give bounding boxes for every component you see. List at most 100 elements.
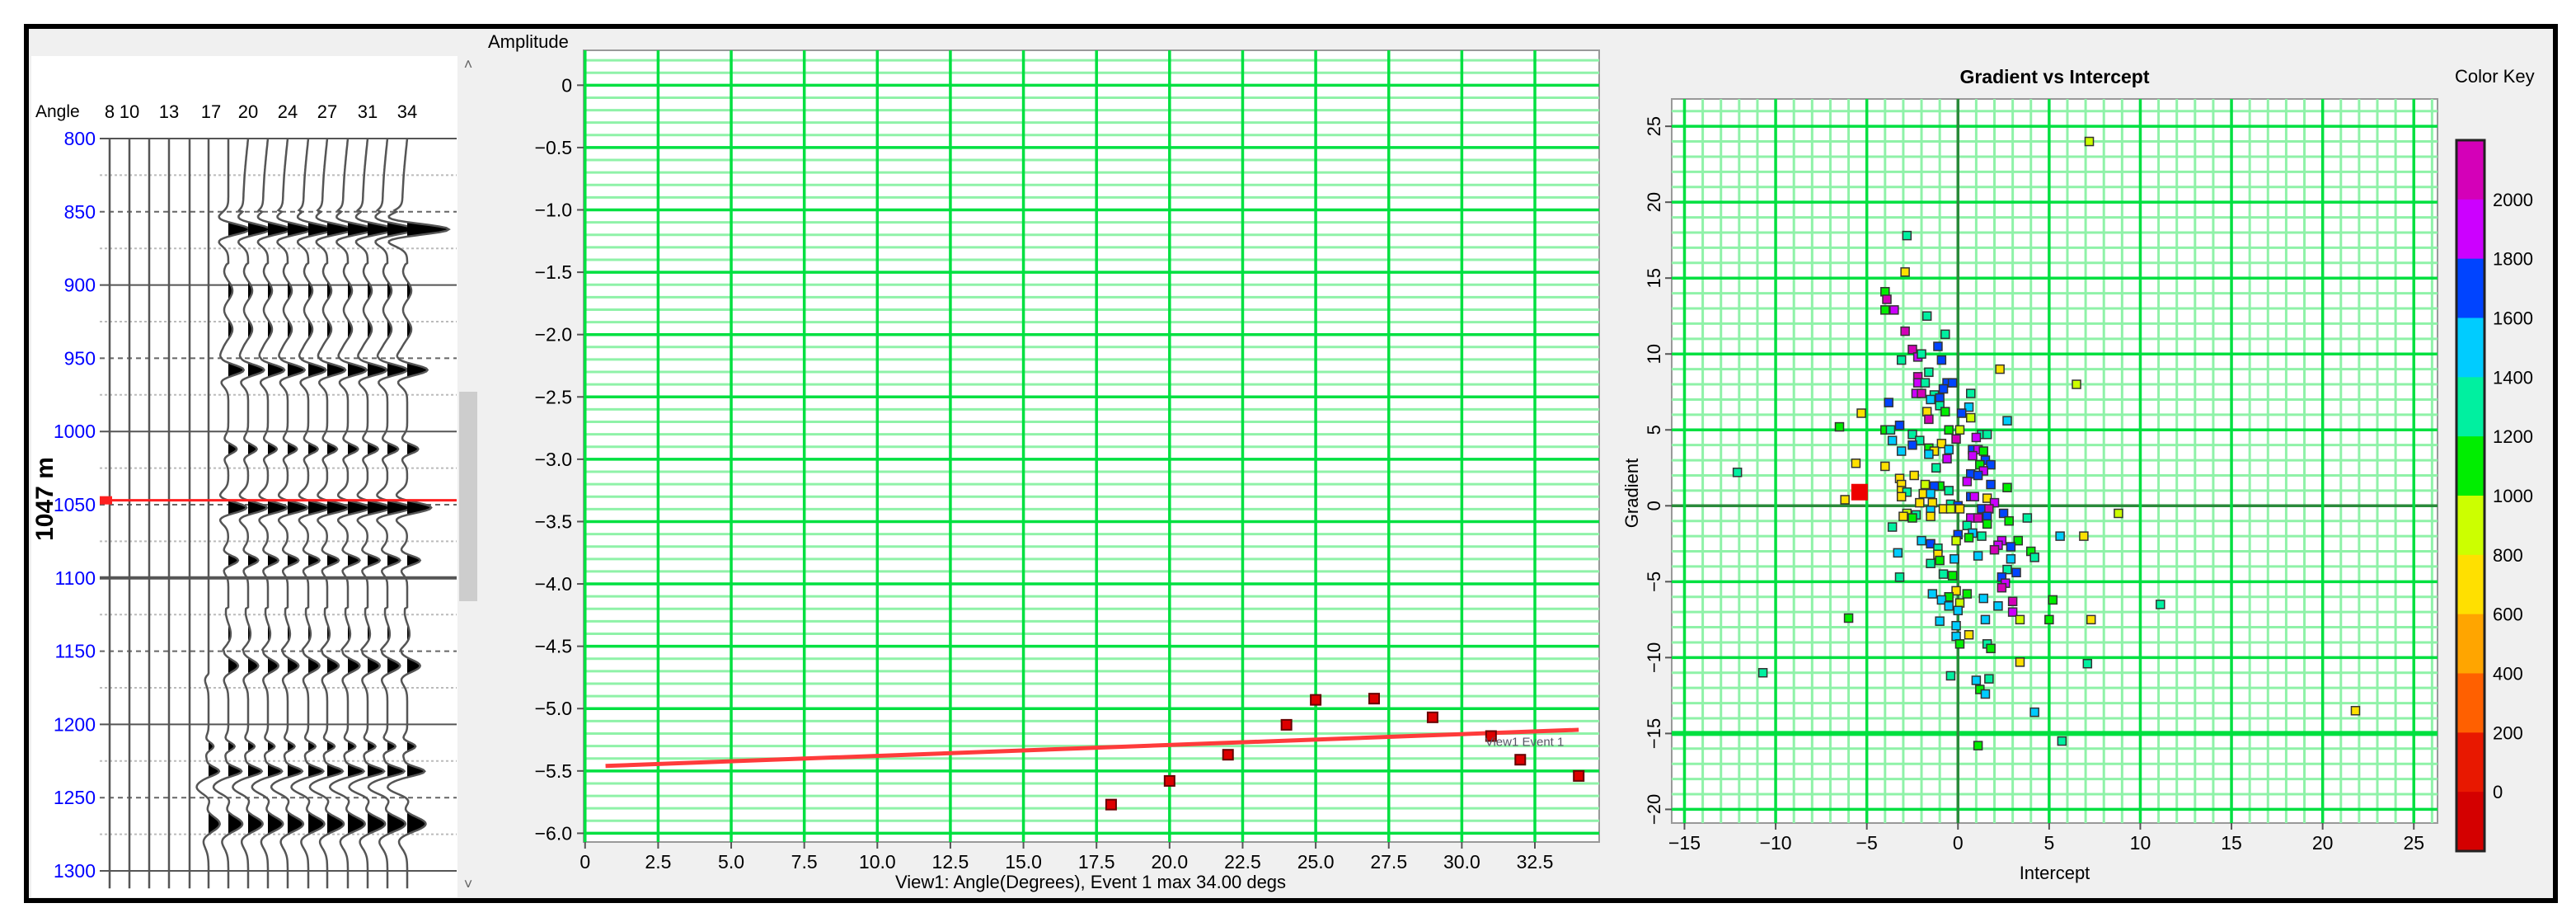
y-tick-label: −1.5 <box>535 261 572 283</box>
data-point <box>1917 535 1926 546</box>
data-point <box>1947 571 1958 581</box>
data-point <box>2055 531 2065 541</box>
angle-label: 10 <box>120 101 139 122</box>
angle-label: 27 <box>317 101 337 122</box>
color-key-label: 400 <box>2493 664 2523 684</box>
x-tick-label: 15.0 <box>1005 851 1042 873</box>
data-point <box>1969 492 1979 502</box>
data-point <box>2011 567 2021 578</box>
data-point <box>1851 459 1861 468</box>
y-tick-label: 0 <box>1644 501 1664 510</box>
y-tick-label: −3.5 <box>535 510 572 532</box>
x-tick-label: 20.0 <box>1151 851 1188 873</box>
depth-label: 1100 <box>55 567 96 589</box>
data-point <box>1973 551 1983 561</box>
data-point <box>1978 446 1988 456</box>
depth-label: 950 <box>64 347 96 369</box>
gradient-vs-intercept-chart <box>1665 98 2438 830</box>
seismic-trace <box>195 139 221 889</box>
data-point <box>1898 511 1908 521</box>
y-tick-label: −3.0 <box>535 449 572 470</box>
x-tick-label: 5 <box>2043 832 2054 854</box>
color-key-band <box>2456 496 2485 556</box>
y-tick-label: −5.5 <box>535 760 572 782</box>
color-key-label: 1400 <box>2493 367 2533 388</box>
data-point <box>1971 432 1982 443</box>
data-point <box>1931 463 1941 473</box>
data-point <box>2057 736 2067 746</box>
depth-label: 1050 <box>54 494 96 515</box>
x-tick-label: 20 <box>2312 832 2334 854</box>
y-tick-label: −2.0 <box>535 324 572 346</box>
data-point <box>1880 305 1890 315</box>
data-point <box>1105 798 1117 811</box>
color-key-band <box>2456 732 2485 793</box>
data-point <box>1310 694 1322 706</box>
x-tick-label: 30.0 <box>1443 851 1480 873</box>
selected-point <box>1851 483 1868 501</box>
data-point <box>1980 614 1991 625</box>
data-point <box>1924 449 1934 459</box>
data-point <box>2004 515 2014 526</box>
y-tick-label: −15 <box>1644 718 1664 749</box>
data-point <box>2006 553 2016 564</box>
data-point <box>1973 741 1983 750</box>
data-point <box>2156 600 2165 609</box>
x-tick-label: −10 <box>1760 832 1792 854</box>
color-key-label: 600 <box>2493 604 2523 625</box>
data-point <box>1909 470 1919 481</box>
x-tick-label: −15 <box>1668 832 1701 854</box>
data-point <box>2114 508 2123 519</box>
data-point <box>2048 595 2058 605</box>
y-tick-label: 5 <box>1644 425 1664 435</box>
color-key-band <box>2456 673 2485 733</box>
angle-label: 20 <box>238 101 258 122</box>
depth-marker-handle <box>100 496 112 505</box>
color-key-band <box>2456 792 2485 852</box>
data-point <box>1971 675 1982 685</box>
color-key-label: 1600 <box>2493 308 2533 329</box>
data-point <box>1951 434 1961 445</box>
data-point <box>1950 553 1959 564</box>
seismic-gather <box>100 138 457 889</box>
y-tick-label: −5.0 <box>535 698 572 719</box>
data-point <box>2015 657 2025 667</box>
data-point <box>2350 706 2361 716</box>
data-point <box>1514 754 1527 766</box>
data-point <box>1984 674 1994 684</box>
data-point <box>1920 479 1931 490</box>
x-tick-label: 10 <box>2130 832 2151 854</box>
y-tick-label: −4.5 <box>535 636 572 657</box>
data-point <box>2086 614 2096 625</box>
data-point <box>1945 504 1956 514</box>
color-key-band <box>2456 258 2485 318</box>
data-point <box>1902 230 1912 241</box>
y-tick-label: −6.0 <box>535 822 572 844</box>
color-key-label: 800 <box>2493 545 2523 566</box>
color-key-band <box>2456 377 2485 437</box>
depth-label: 1300 <box>54 860 96 882</box>
amplitude-vs-angle-chart <box>577 49 1600 849</box>
data-point <box>1954 425 1965 435</box>
data-point <box>1980 689 1991 699</box>
data-point <box>1962 589 1973 599</box>
data-point <box>1163 774 1175 787</box>
data-point <box>1885 425 1896 435</box>
data-point <box>1732 468 1743 477</box>
data-point <box>1880 461 1890 472</box>
data-point <box>1927 589 1938 599</box>
data-point <box>1884 397 1893 407</box>
data-point <box>1917 349 1926 359</box>
data-point <box>1920 378 1931 388</box>
data-point <box>1926 558 1936 568</box>
x-tick-label: 22.5 <box>1224 851 1261 873</box>
data-point <box>1222 749 1234 761</box>
x-tick-label: 0 <box>579 851 590 873</box>
data-point <box>2002 482 2012 492</box>
data-point <box>1945 670 1956 681</box>
data-point <box>1962 477 1973 487</box>
color-key-label: 200 <box>2493 722 2523 743</box>
data-point <box>1935 616 1945 626</box>
color-key-label: 0 <box>2493 782 2503 802</box>
depth-label: 900 <box>64 275 96 296</box>
